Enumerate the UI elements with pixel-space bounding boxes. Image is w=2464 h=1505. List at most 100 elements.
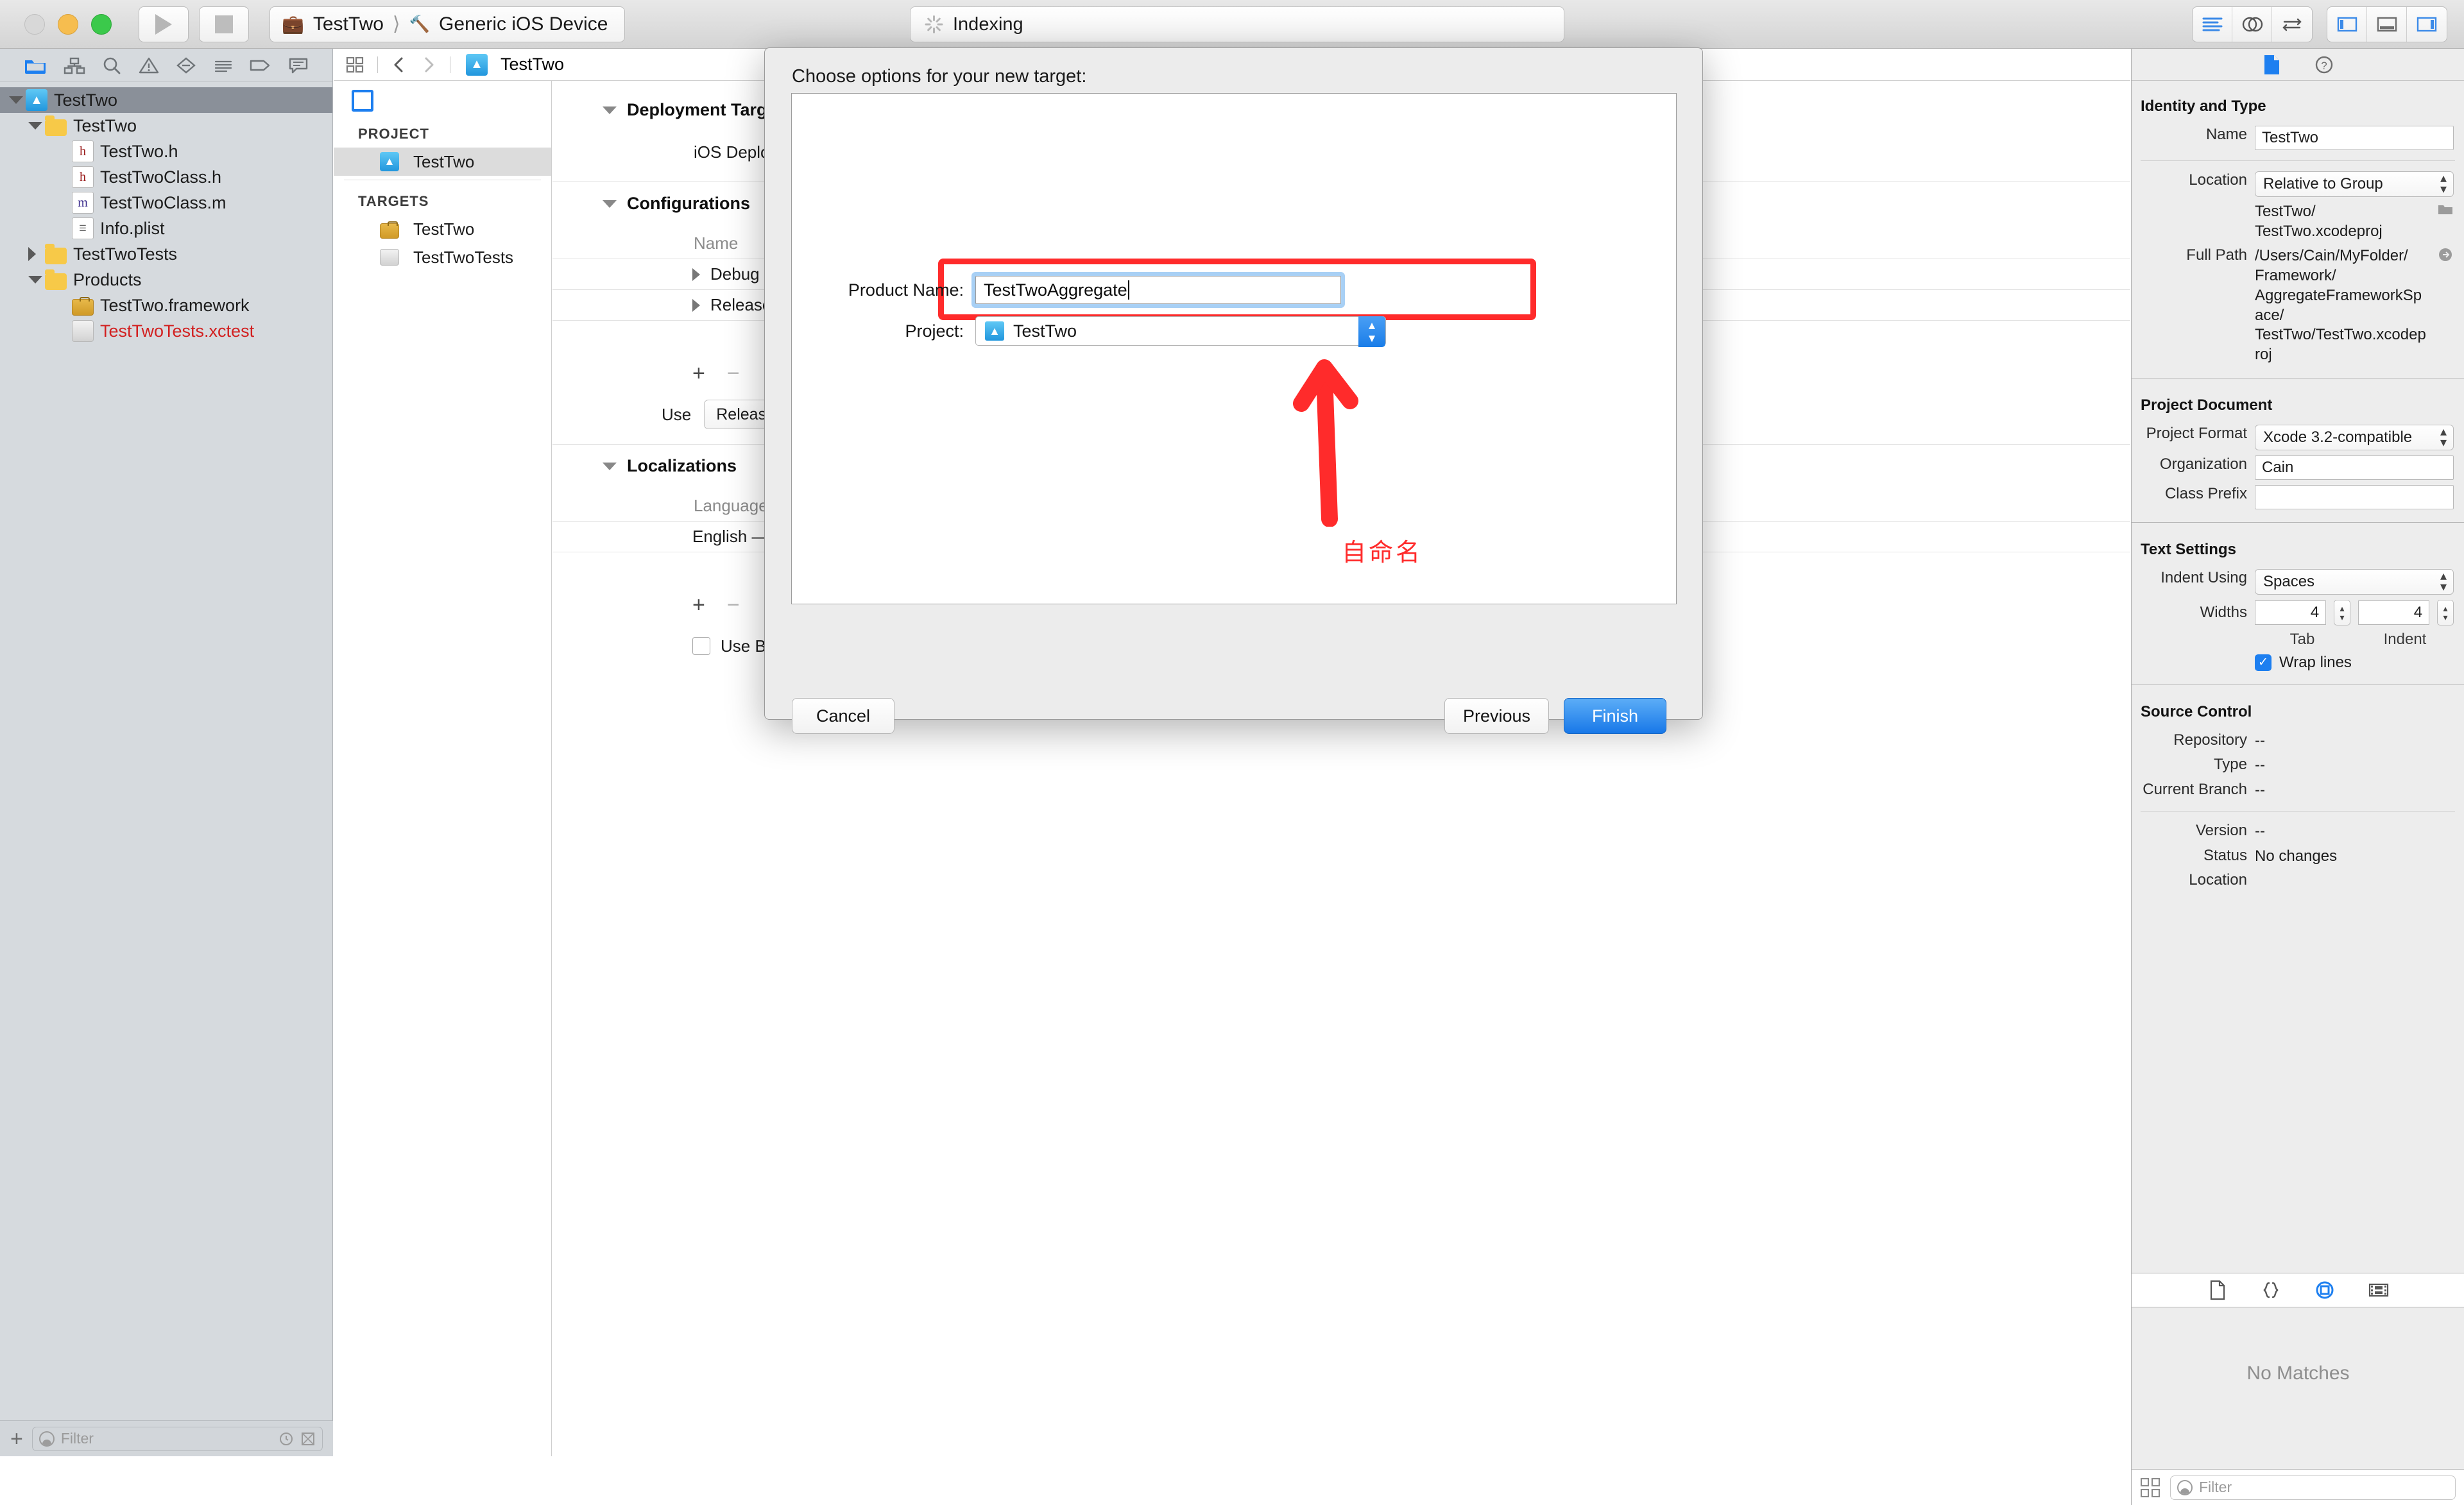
inspector-panel: ? Identity and Type Name TestTwo Locatio…	[2131, 49, 2464, 1505]
tab-caption: Tab	[2289, 630, 2315, 648]
quick-help-icon[interactable]: ?	[2313, 53, 2335, 76]
name-label: Name	[2205, 126, 2247, 143]
inspector-tab-bar: ?	[2132, 49, 2464, 81]
current-branch-label: Current Branch	[2143, 781, 2247, 799]
chevron-updown-icon: ▴ ▾	[2440, 568, 2447, 594]
project-document-header: Project Document	[2141, 396, 2273, 414]
project-value: TestTwo	[1013, 321, 1077, 341]
xcode-window: 💼 TestTwo ⟩ 🔨 Generic iOS Device Indexin…	[0, 0, 2464, 1505]
wrap-lines-label: Wrap lines	[2279, 653, 2352, 671]
type-label: Type	[2213, 756, 2247, 774]
product-name-row: Product Name: TestTwoAggregate	[810, 276, 1341, 304]
class-prefix-label: Class Prefix	[2164, 484, 2247, 502]
name-row: Name TestTwo	[2132, 123, 2464, 153]
current-branch-value: --	[2255, 781, 2265, 799]
full-path-row: Full Path /Users/Cain/MyFolder/ Framewor…	[2132, 244, 2464, 367]
divider	[2141, 810, 2455, 812]
file-inspector-icon[interactable]	[2261, 53, 2282, 76]
project-format-row: Project Format Xcode 3.2-compatible ▴ ▾	[2132, 422, 2464, 453]
tab-width-stepper[interactable]: ▴ ▾	[2334, 599, 2350, 625]
previous-button[interactable]: Previous	[1444, 698, 1550, 734]
library-empty-message: No Matches	[2246, 1363, 2350, 1384]
modal-scrim: Choose options for your new target: Prod…	[0, 0, 2464, 1505]
organization-input[interactable]: Cain	[2255, 455, 2454, 480]
status-label: Status	[2203, 846, 2247, 864]
project-format-popup[interactable]: Xcode 3.2-compatible ▴ ▾	[2255, 424, 2454, 450]
widths-captions-row: Tab Indent	[2132, 628, 2464, 651]
xcodeproj-icon: ▲	[985, 321, 1004, 341]
project-label: Project:	[905, 321, 964, 341]
divider	[2141, 160, 2455, 161]
library-tab-bar	[2132, 1273, 2464, 1307]
location-label: Location	[2189, 171, 2247, 189]
indent-width-stepper[interactable]: ▴ ▾	[2437, 599, 2454, 625]
product-name-input[interactable]: TestTwoAggregate	[975, 276, 1341, 304]
new-target-options-sheet: Choose options for your new target: Prod…	[764, 47, 1703, 734]
tab-width-input[interactable]: 4	[2255, 600, 2327, 625]
library-view-options-icon[interactable]	[2141, 1477, 2160, 1497]
status-value: No changes	[2255, 847, 2338, 865]
inspector-bottom-bar: Filter	[2132, 1469, 2464, 1505]
choose-folder-icon[interactable]	[2437, 202, 2454, 216]
repository-row: Repository --	[2132, 729, 2464, 754]
code-snippet-library-icon[interactable]	[2260, 1279, 2282, 1301]
wrap-lines-row[interactable]: ✓ Wrap lines	[2132, 651, 2464, 674]
organization-label: Organization	[2159, 455, 2247, 473]
status-row: Status No changes	[2132, 844, 2464, 869]
type-value: --	[2255, 756, 2265, 774]
chevron-updown-icon: ▴ ▾	[2440, 171, 2447, 196]
indent-width-input[interactable]: 4	[2358, 600, 2430, 625]
finish-button[interactable]: Finish	[1564, 698, 1666, 734]
location-path-row: TestTwo/ TestTwo.xcodeproj	[2132, 200, 2464, 244]
cancel-button[interactable]: Cancel	[792, 698, 894, 734]
text-caret	[1127, 280, 1129, 300]
class-prefix-input[interactable]	[2255, 484, 2454, 509]
organization-row: Organization Cain	[2132, 453, 2464, 482]
version-value: --	[2255, 822, 2265, 840]
name-input[interactable]: TestTwo	[2255, 126, 2454, 150]
project-format-value: Xcode 3.2-compatible	[2263, 428, 2413, 446]
identity-and-type-header: Identity and Type	[2141, 98, 2266, 115]
version-row: Version --	[2132, 819, 2464, 844]
file-template-library-icon[interactable]	[2207, 1279, 2228, 1301]
project-select[interactable]: ▲ TestTwo ▲ ▼	[975, 316, 1386, 347]
chevron-updown-icon: ▴ ▾	[2440, 424, 2447, 450]
location-path-value: TestTwo/ TestTwo.xcodeproj	[2255, 203, 2383, 240]
repository-label: Repository	[2173, 731, 2247, 749]
reveal-in-finder-icon[interactable]	[2437, 246, 2454, 263]
media-library-icon[interactable]	[2368, 1279, 2390, 1301]
location-popup[interactable]: Relative to Group ▴ ▾	[2255, 171, 2454, 197]
widths-row: Widths 4 ▴ ▾ 4 ▴ ▾	[2132, 597, 2464, 628]
indent-using-row: Indent Using Spaces ▴ ▾	[2132, 566, 2464, 597]
chevron-updown-icon[interactable]: ▲ ▼	[1358, 316, 1385, 347]
sheet-title: Choose options for your new target:	[792, 66, 1087, 87]
product-name-label: Product Name:	[848, 280, 964, 300]
full-path-value: /Users/Cain/MyFolder/ Framework/ Aggrega…	[2255, 247, 2426, 364]
indent-using-label: Indent Using	[2160, 568, 2247, 586]
divider	[2132, 522, 2464, 523]
indent-using-value: Spaces	[2263, 572, 2315, 590]
location-value: Relative to Group	[2263, 175, 2383, 192]
sc-location-label: Location	[2189, 871, 2247, 889]
library-filter-field[interactable]: Filter	[2170, 1475, 2456, 1500]
inspector-content: Identity and Type Name TestTwo Location …	[2132, 81, 2464, 892]
type-row: Type --	[2132, 753, 2464, 778]
project-row: Project: ▲ TestTwo ▲ ▼	[810, 316, 1386, 347]
full-path-label: Full Path	[2186, 246, 2247, 264]
divider	[2132, 684, 2464, 685]
version-label: Version	[2195, 821, 2247, 839]
filter-placeholder-text: Filter	[2199, 1479, 2232, 1495]
annotation-label: 自命名	[1342, 540, 1423, 566]
svg-text:?: ?	[2321, 60, 2327, 72]
indent-caption: Indent	[2383, 630, 2427, 648]
source-control-header: Source Control	[2141, 702, 2252, 720]
repository-value: --	[2255, 731, 2265, 749]
product-name-value: TestTwoAggregate	[984, 280, 1127, 300]
indent-using-popup[interactable]: Spaces ▴ ▾	[2255, 568, 2454, 595]
wrap-lines-checkbox[interactable]: ✓	[2255, 654, 2272, 671]
filter-icon	[2177, 1479, 2193, 1495]
project-format-label: Project Format	[2146, 424, 2247, 442]
text-settings-header: Text Settings	[2141, 540, 2236, 558]
sheet-form-area	[791, 93, 1677, 604]
object-library-icon[interactable]	[2314, 1279, 2336, 1301]
